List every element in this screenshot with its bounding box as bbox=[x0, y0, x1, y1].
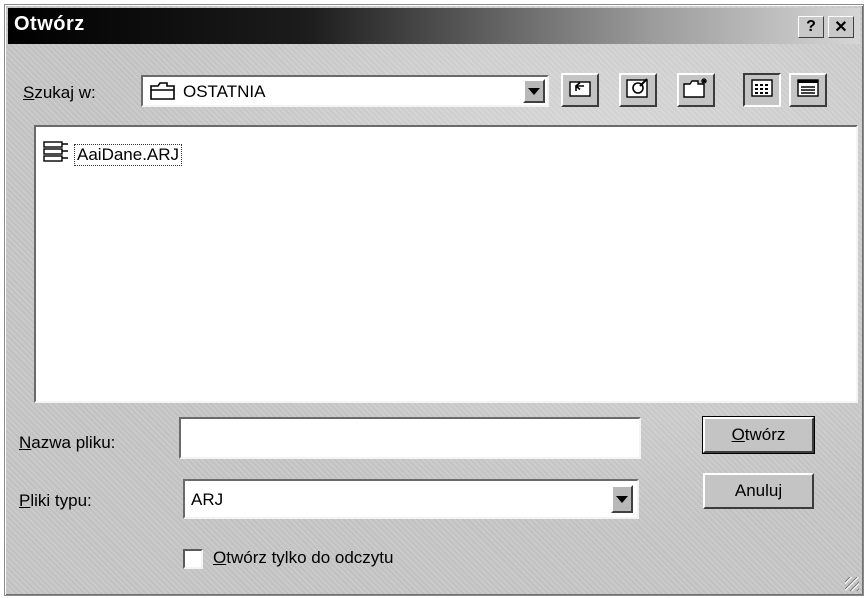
chevron-down-icon bbox=[616, 495, 628, 503]
filetype-dropdown-button[interactable] bbox=[611, 485, 633, 513]
readonly-label: Otwórz tylko do odczytu bbox=[213, 548, 394, 567]
help-button[interactable]: ? bbox=[798, 16, 824, 38]
lookin-combo[interactable]: OSTATNIA bbox=[141, 75, 549, 107]
filetype-label: Pliki typu: bbox=[19, 491, 92, 510]
up-folder-icon bbox=[568, 78, 592, 103]
new-folder-icon bbox=[682, 76, 710, 105]
archive-icon bbox=[42, 141, 70, 168]
filename-input[interactable] bbox=[179, 417, 641, 459]
list-view-button[interactable] bbox=[743, 73, 781, 107]
cancel-button-label: Anuluj bbox=[734, 481, 783, 500]
filetype-combo[interactable]: ARJ bbox=[183, 479, 639, 519]
folder-icon bbox=[149, 81, 177, 106]
lookin-label: Szukaj w: bbox=[23, 83, 96, 102]
open-dialog: Otwórz ? ✕ Szukaj w: OSTATNIA AaiDane.AR… bbox=[4, 4, 864, 596]
details-view-icon bbox=[796, 78, 820, 103]
close-button[interactable]: ✕ bbox=[828, 16, 854, 38]
open-button[interactable]: Otwórz bbox=[702, 416, 815, 454]
open-button-label: Otwórz bbox=[731, 425, 786, 444]
cancel-button[interactable]: Anuluj bbox=[703, 473, 814, 509]
details-view-button[interactable] bbox=[789, 73, 827, 107]
dialog-title: Otwórz bbox=[14, 13, 85, 35]
readonly-checkbox[interactable] bbox=[183, 549, 203, 569]
new-folder-button[interactable] bbox=[677, 73, 715, 107]
title-bar[interactable]: Otwórz ? ✕ bbox=[8, 8, 860, 44]
lookin-value: OSTATNIA bbox=[183, 82, 266, 101]
filename-label: Nazwa pliku: bbox=[19, 433, 116, 452]
favorites-button[interactable] bbox=[619, 73, 657, 107]
close-icon: ✕ bbox=[834, 19, 848, 36]
chevron-down-icon bbox=[528, 87, 540, 95]
filetype-value: ARJ bbox=[191, 490, 224, 509]
resize-grip[interactable] bbox=[845, 577, 859, 591]
list-view-icon bbox=[750, 78, 774, 103]
favorites-icon bbox=[625, 76, 651, 105]
list-item[interactable]: AaiDane.ARJ bbox=[42, 141, 183, 168]
file-list[interactable]: AaiDane.ARJ bbox=[34, 125, 858, 403]
lookin-dropdown-button[interactable] bbox=[523, 79, 545, 103]
file-name: AaiDane.ARJ bbox=[74, 143, 183, 166]
up-one-level-button[interactable] bbox=[561, 73, 599, 107]
help-icon: ? bbox=[806, 18, 816, 35]
